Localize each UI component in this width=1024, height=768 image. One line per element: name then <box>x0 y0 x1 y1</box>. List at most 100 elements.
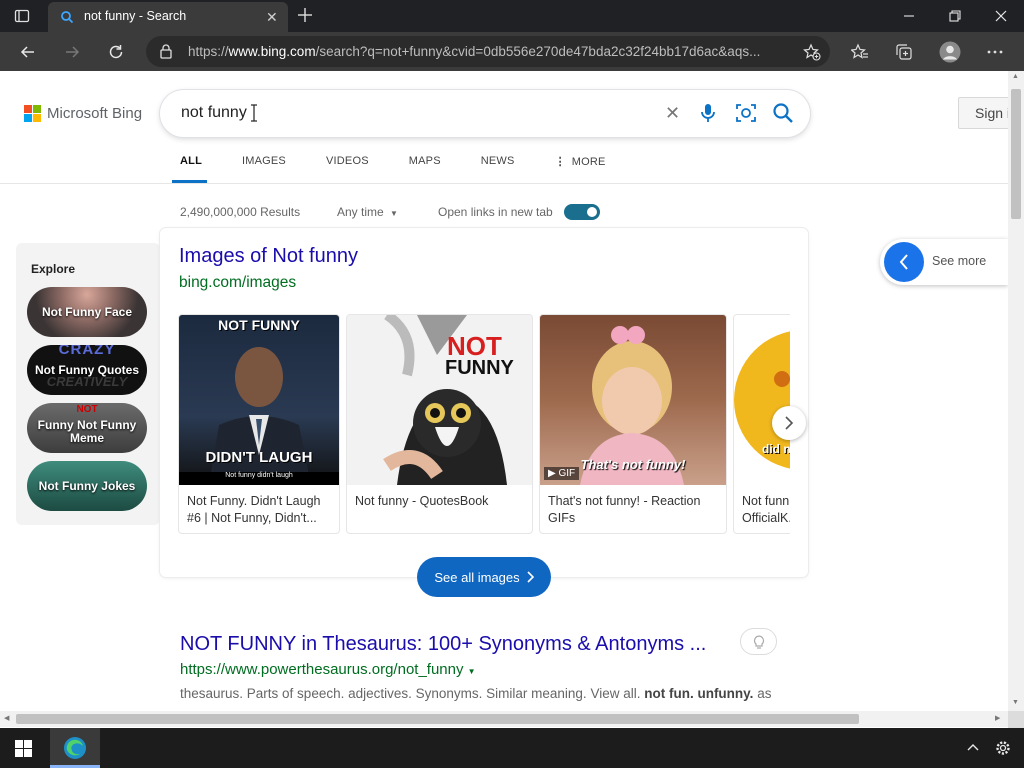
image-text-top: NOT FUNNY <box>218 317 300 333</box>
images-card-title[interactable]: Images of Not funny <box>179 245 358 268</box>
image-thumbnail: NOT FUNNY <box>347 315 532 485</box>
url-prefix: https:// <box>188 44 229 59</box>
active-tab[interactable]: not funny - Search ✕ <box>48 2 288 32</box>
address-bar[interactable]: https://www.bing.com/search?q=not+funny&… <box>146 36 830 67</box>
restore-window-icon[interactable] <box>932 0 978 32</box>
scroll-down-icon[interactable]: ▼ <box>1012 699 1019 706</box>
refresh-icon[interactable] <box>102 38 130 66</box>
image-caption: Not funny - QuotesBook <box>355 494 489 508</box>
explore-item-not-funny-face[interactable]: Not Funny Face <box>27 287 147 337</box>
see-all-images-button[interactable]: See all images <box>417 557 551 597</box>
image-thumbnail: That's not funny! ▶ GIF <box>540 315 726 485</box>
windows-start-icon[interactable] <box>15 740 32 762</box>
minimize-window-icon[interactable] <box>886 0 932 32</box>
search-box[interactable]: not funny ✕ <box>160 90 810 137</box>
scope-videos[interactable]: VIDEOS <box>326 155 369 168</box>
browser-tab-bar: not funny - Search ✕ <box>0 0 1024 32</box>
images-card-source[interactable]: bing.com/images <box>179 274 296 292</box>
visual-search-icon[interactable] <box>735 102 757 129</box>
open-new-tab-toggle[interactable] <box>564 204 600 220</box>
edge-browser-icon <box>63 736 87 765</box>
horizontal-scroll-thumb[interactable] <box>16 714 859 724</box>
carousel-next-icon[interactable] <box>772 406 806 440</box>
scroll-up-icon[interactable]: ▲ <box>1012 73 1019 80</box>
scope-maps[interactable]: MAPS <box>409 155 441 168</box>
microsoft-bing-logo[interactable]: Microsoft Bing <box>24 105 142 122</box>
image-caption: Not funn... OfficialK... <box>742 494 790 525</box>
see-all-label: See all images <box>434 569 520 585</box>
explore-item-not-funny-jokes[interactable]: Not Funny Jokes <box>27 461 147 511</box>
url-text: https://www.bing.com/search?q=not+funny&… <box>188 44 760 59</box>
see-more-panel[interactable]: See more <box>880 239 1008 285</box>
image-tile[interactable]: NOT FUNNY DIDN'T LAUGH Not funny didn't … <box>178 314 340 534</box>
text-cursor-icon <box>250 103 258 128</box>
header-divider <box>0 183 1008 184</box>
gif-badge: ▶ GIF <box>544 467 580 480</box>
caret-down-icon: ▼ <box>467 667 476 676</box>
emoji-face-illustration <box>734 331 790 469</box>
scope-more-label: MORE <box>571 156 606 168</box>
scope-news[interactable]: NEWS <box>481 155 515 168</box>
settings-gear-icon[interactable] <box>994 739 1012 762</box>
microphone-icon[interactable] <box>698 102 718 129</box>
result-snippet: thesaurus. Parts of speech. adjectives. … <box>180 684 800 704</box>
edge-taskbar-button[interactable] <box>50 728 100 768</box>
chevron-right-icon <box>527 571 534 583</box>
result-url[interactable]: https://www.powerthesaurus.org/not_funny… <box>180 661 476 678</box>
lock-icon[interactable] <box>159 43 173 64</box>
see-more-label: See more <box>932 254 987 268</box>
sign-in-button[interactable]: Sign i <box>958 97 1008 129</box>
image-caption: Not Funny. Didn't Laugh #6 | Not Funny, … <box>187 494 321 525</box>
explore-item-not-funny-quotes[interactable]: CRAZY CREATIVELY Not Funny Quotes <box>27 345 147 395</box>
images-answer-card: Images of Not funny bing.com/images NOT … <box>160 228 808 577</box>
image-carousel: NOT FUNNY DIDN'T LAUGH Not funny didn't … <box>178 314 790 536</box>
search-input[interactable]: not funny <box>181 104 247 122</box>
time-filter-label: Any time <box>337 205 384 219</box>
add-favorite-icon[interactable] <box>803 43 821 66</box>
explore-title: Explore <box>31 262 76 276</box>
tab-close-icon[interactable]: ✕ <box>266 9 278 26</box>
scope-more[interactable]: ⋮ MORE <box>555 155 606 168</box>
snippet-bold: not fun. unfunny. <box>644 686 754 701</box>
lightbulb-icon[interactable] <box>740 628 777 655</box>
new-tab-icon[interactable] <box>296 6 314 29</box>
search-scopes: ALL IMAGES VIDEOS MAPS NEWS ⋮ MORE <box>180 155 646 168</box>
image-text-caption: Not funny didn't laugh <box>179 472 339 485</box>
open-new-tab-label: Open links in new tab <box>438 205 553 219</box>
show-hidden-icons-chevron-icon[interactable] <box>966 740 980 759</box>
collections-icon[interactable] <box>890 38 918 66</box>
chevron-left-icon <box>884 242 924 282</box>
forward-icon[interactable] <box>58 38 86 66</box>
image-tile[interactable]: NOT FUNNY Not funny - QuotesBook <box>346 314 533 534</box>
search-icon[interactable] <box>772 102 794 129</box>
tab-actions-icon[interactable] <box>14 8 30 29</box>
explore-item-funny-not-funny-meme[interactable]: NOT Funny Not Funny Meme <box>27 403 147 453</box>
result-url-text: https://www.powerthesaurus.org/not_funny <box>180 661 464 678</box>
result-title-link[interactable]: NOT FUNNY in Thesaurus: 100+ Synonyms & … <box>180 633 706 656</box>
explore-panel: Explore Not Funny Face CRAZY CREATIVELY … <box>16 243 160 525</box>
crazy-word-decoration: CRAZY <box>58 345 116 358</box>
snippet-text: thesaurus. Parts of speech. adjectives. … <box>180 686 645 701</box>
image-tile[interactable]: That's not funny! ▶ GIF That's not funny… <box>539 314 727 534</box>
scope-images[interactable]: IMAGES <box>242 155 286 168</box>
image-text-bottom: DIDN'T LAUGH <box>205 449 313 466</box>
vertical-scroll-thumb[interactable] <box>1011 89 1021 219</box>
profile-avatar-icon[interactable] <box>936 38 964 66</box>
back-icon[interactable] <box>14 38 42 66</box>
logo-text: Microsoft Bing <box>47 105 143 122</box>
scope-all[interactable]: ALL <box>180 155 202 168</box>
scrollbar-corner <box>1008 711 1024 728</box>
settings-more-icon[interactable] <box>981 38 1009 66</box>
time-filter-dropdown[interactable]: Any time ▼ <box>337 205 398 219</box>
scroll-right-icon[interactable]: ▶ <box>995 714 1000 722</box>
bing-search-favicon-icon <box>60 10 74 29</box>
clear-search-icon[interactable]: ✕ <box>665 103 680 124</box>
image-caption: That's not funny! - Reaction GIFs <box>548 494 701 525</box>
favorites-icon[interactable] <box>846 38 874 66</box>
horizontal-scrollbar[interactable]: ◀ ▶ <box>0 711 1008 727</box>
scroll-left-icon[interactable]: ◀ <box>4 714 9 722</box>
close-window-icon[interactable] <box>978 0 1024 32</box>
microsoft-logo-icon <box>24 105 41 122</box>
vertical-scrollbar[interactable]: ▲ ▼ <box>1008 71 1024 711</box>
bing-results-page: Microsoft Bing not funny ✕ Sign i ALL IM… <box>0 71 1008 711</box>
